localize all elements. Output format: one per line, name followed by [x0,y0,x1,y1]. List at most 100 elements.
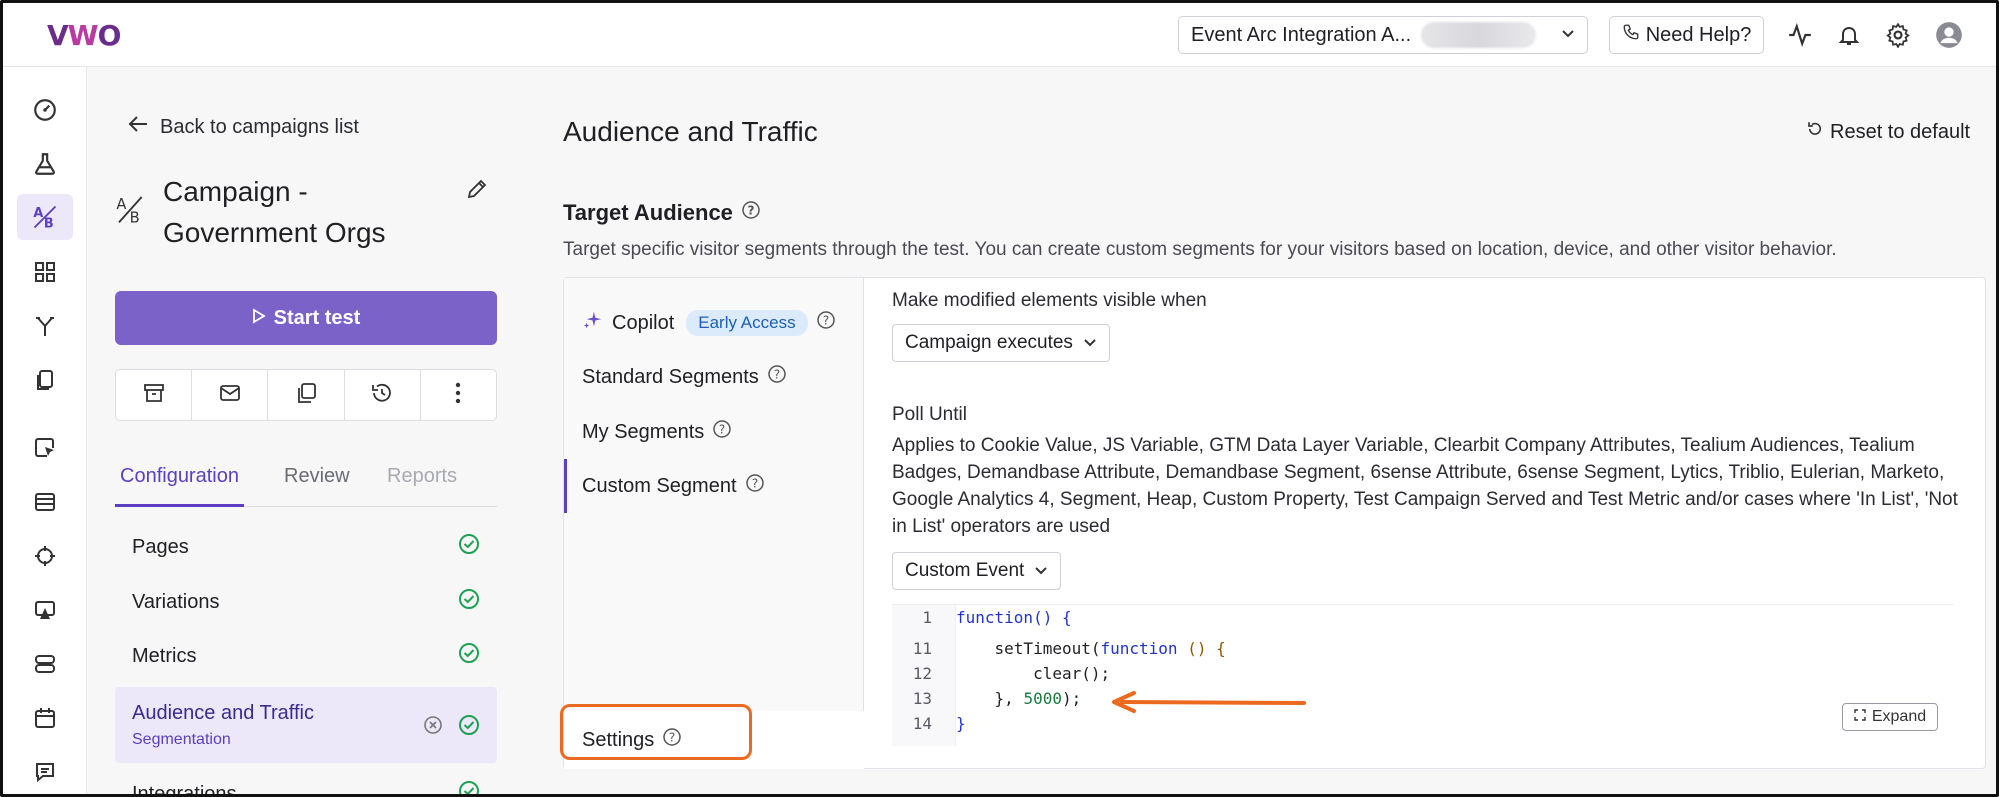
kebab-menu-icon [455,382,461,409]
email-button[interactable] [192,370,269,420]
activity-icon[interactable] [1784,19,1816,51]
vwo-logo[interactable]: VWO [47,19,121,52]
svg-text:A: A [33,206,43,221]
code-line: 13 }, 5000); [892,686,1082,711]
more-options-button[interactable] [421,370,496,420]
account-selector[interactable]: Event Arc Integration A... [1178,16,1588,54]
visible-when-dropdown[interactable]: Campaign executes [892,324,1110,362]
campaign-tabs: Configuration Review Reports [115,465,497,507]
early-access-badge: Early Access [686,310,808,336]
dropdown-value: Custom Event [905,560,1025,581]
schedule-button[interactable] [345,370,421,420]
svg-text:?: ? [719,423,725,437]
help-circle-icon[interactable]: ? [741,200,761,226]
crosshair-icon[interactable] [17,533,73,579]
chevron-down-icon [1561,26,1575,44]
segment-standard[interactable]: Standard Segments ? [564,350,864,404]
phone-icon [1622,23,1640,47]
sparkle-icon [582,309,604,337]
orange-arrow-annotation [1112,691,1306,713]
line-number: 11 [912,639,932,658]
page-title: Audience and Traffic [563,116,818,147]
code-keyword: function [1100,639,1178,658]
archive-button[interactable] [116,370,193,420]
svg-text:?: ? [822,314,828,328]
copy-icon [294,381,318,410]
segment-custom[interactable]: Custom Segment ? [564,459,864,513]
code-text: setTimeout(function () { [956,639,1226,658]
chevron-down-icon [1083,332,1097,354]
need-help-button[interactable]: Need Help? [1609,16,1764,54]
segment-label: My Segments [582,420,705,443]
recording-icon[interactable] [17,479,73,525]
tab-review[interactable]: Review [279,465,355,507]
nav-item-label: Metrics [132,644,197,667]
calendar-icon[interactable] [17,695,73,741]
code-editor[interactable]: 1 function() { 11 setTimeout(function ()… [892,604,1954,746]
nav-item-label: Pages [132,535,189,558]
help-circle-icon[interactable]: ? [745,473,765,499]
flask-icon[interactable] [17,141,73,187]
play-icon [252,307,266,330]
svg-text:?: ? [751,477,757,491]
nav-item-variations[interactable]: Variations [115,587,497,617]
svg-text:A: A [116,196,126,213]
nav-item-integrations[interactable]: Integrations [115,779,497,797]
top-bar: VWO Event Arc Integration A... Need Help… [3,3,1996,67]
tab-configuration[interactable]: Configuration [115,465,244,507]
dropdown-value: Campaign executes [905,332,1073,353]
code-text-rest: () { [1033,608,1072,627]
campaign-actions-bar [115,369,497,421]
grid-icon[interactable] [17,249,73,295]
nav-item-label: Integrations [132,782,237,797]
ab-test-icon[interactable]: AB [17,194,73,240]
help-circle-icon[interactable]: ? [767,364,787,390]
left-rail: AB [3,67,87,794]
close-circle-icon[interactable] [422,714,444,736]
bell-icon[interactable] [1833,19,1865,51]
expand-editor-button[interactable]: Expand [1842,703,1938,731]
user-avatar-icon[interactable] [1933,19,1965,51]
multipage-icon[interactable] [17,357,73,403]
segment-copilot[interactable]: Copilot Early Access ? [564,296,864,350]
pencil-icon[interactable] [465,177,489,206]
line-number: 1 [922,608,932,627]
line-number: 14 [912,714,932,733]
line-number: 12 [912,664,932,683]
presentation-icon[interactable] [17,587,73,633]
app-frame: VWO Event Arc Integration A... Need Help… [0,0,1999,797]
cursor-select-icon[interactable] [17,425,73,471]
back-label: Back to campaigns list [160,115,359,138]
start-test-button[interactable]: Start test [115,291,497,345]
dashboard-icon[interactable] [17,87,73,133]
chevron-down-icon [1034,560,1048,582]
code-line: 1 function() { [892,605,1071,630]
gear-icon[interactable] [1882,19,1914,51]
arrow-left-icon [128,115,148,139]
help-circle-icon[interactable]: ? [712,419,732,445]
tab-reports[interactable]: Reports [382,465,462,507]
split-icon[interactable] [17,303,73,349]
segment-label: Custom Segment [582,474,737,497]
nav-item-text: Audience and Traffic Segmentation [132,702,314,749]
chat-icon[interactable] [17,749,73,794]
line-number: 13 [912,689,932,708]
reset-icon [1806,120,1824,144]
nav-item-audience-and-traffic[interactable]: Audience and Traffic Segmentation [115,687,497,763]
target-audience-heading: Target Audience ? [563,200,761,226]
back-to-campaigns-link[interactable]: Back to campaigns list [128,115,359,139]
segment-label: Copilot [612,311,675,334]
reset-to-default-button[interactable]: Reset to default [1806,120,1970,144]
segment-my-segments[interactable]: My Segments ? [564,405,864,459]
duplicate-button[interactable] [268,370,345,420]
nav-item-metrics[interactable]: Metrics [115,641,497,671]
help-circle-icon[interactable]: ? [816,310,836,336]
archive-icon [142,381,166,410]
section-description: Target specific visitor segments through… [563,239,1837,260]
account-name: Event Arc Integration A... [1191,23,1412,46]
nav-item-pages[interactable]: Pages [115,532,497,562]
status-icons [422,714,480,736]
server-icon[interactable] [17,641,73,687]
poll-until-dropdown[interactable]: Custom Event [892,552,1062,590]
svg-text:?: ? [774,368,780,382]
